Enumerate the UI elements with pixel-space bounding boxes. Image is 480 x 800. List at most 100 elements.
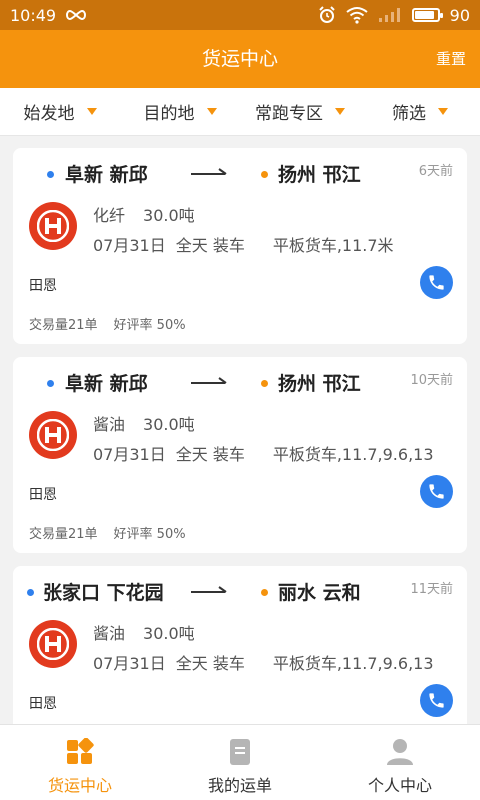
wifi-icon [346, 7, 368, 24]
posted-time: 10天前 [410, 373, 453, 388]
phone-icon [429, 484, 444, 499]
destination-text: 扬州 邗江 [278, 373, 361, 395]
origin-text: 阜新 新邱 [65, 164, 148, 186]
status-bar: 10:49 90 [0, 0, 480, 30]
load-detail: 07月31日 全天 装车 平板货车,11.7,9.6,13 [93, 650, 434, 674]
rating: 好评率 50% [113, 527, 186, 542]
tab-profile[interactable]: 个人中心 [320, 725, 480, 800]
tab-label: 我的运单 [207, 776, 272, 795]
origin-text: 阜新 新邱 [65, 373, 148, 395]
filter-frequent-routes[interactable]: 常跑专区 [240, 99, 360, 124]
truck-type: 平板货车,11.7米 [272, 236, 394, 255]
filter-origin[interactable]: 始发地 [0, 99, 120, 124]
goods-weight: 30.0吨 [143, 206, 195, 225]
bottom-tab-bar: 货运中心 我的运单 个人中心 [0, 724, 480, 800]
load-time: 全天 装车 [175, 654, 245, 673]
call-button[interactable] [420, 266, 453, 299]
company-logo [29, 620, 77, 668]
origin-dot-icon [47, 171, 54, 178]
tab-label: 货运中心 [47, 776, 112, 795]
load-date: 07月31日 [93, 236, 166, 255]
caret-down-icon [335, 108, 345, 115]
call-button[interactable] [420, 684, 453, 717]
shipper-stats: 交易量21单 好评率 50% [29, 523, 186, 542]
origin-dot-icon [27, 589, 34, 596]
destination-dot-icon [261, 380, 268, 387]
tab-my-waybills[interactable]: 我的运单 [160, 725, 320, 800]
goods-type: 酱油 [93, 624, 126, 643]
freight-card[interactable]: 阜新 新邱 扬州 邗江 6天前 化纤 30.0吨 07月31日 全天 装车 平板… [13, 148, 467, 344]
app-header: 货运中心 重置 [0, 30, 480, 88]
route: 阜新 新邱 扬州 邗江 [13, 369, 467, 397]
shipper-name: 田恩 [29, 696, 57, 712]
arrow-right-icon [191, 586, 227, 593]
shipper-name: 田恩 [29, 487, 57, 503]
goods-info: 酱油 30.0吨 [93, 620, 195, 644]
company-logo [29, 202, 77, 250]
arrow-right-icon [191, 377, 227, 384]
h-logo-icon [37, 210, 69, 242]
destination-text: 扬州 邗江 [278, 164, 361, 186]
freight-card[interactable]: 张家口 下花园 丽水 云和 11天前 酱油 30.0吨 07月31日 全天 装车… [13, 566, 467, 724]
filter-label: 始发地 [23, 104, 75, 124]
alarm-icon [318, 6, 335, 23]
load-time: 全天 装车 [175, 445, 245, 464]
load-date: 07月31日 [93, 654, 166, 673]
origin-text: 张家口 下花园 [43, 582, 164, 604]
filter-label: 筛选 [392, 104, 426, 124]
deal-count: 交易量21单 [29, 318, 98, 333]
filter-label: 目的地 [143, 104, 195, 124]
tab-label: 个人中心 [367, 776, 432, 795]
freight-grid-icon [67, 738, 94, 764]
company-logo [29, 411, 77, 459]
arrow-right-icon [191, 168, 227, 175]
route: 阜新 新邱 扬州 邗江 [13, 160, 467, 188]
rating: 好评率 50% [113, 318, 186, 333]
truck-type: 平板货车,11.7,9.6,13 [272, 654, 434, 673]
destination-dot-icon [261, 171, 268, 178]
load-date: 07月31日 [93, 445, 166, 464]
freight-list[interactable]: 阜新 新邱 扬州 邗江 6天前 化纤 30.0吨 07月31日 全天 装车 平板… [0, 136, 480, 724]
battery-percent: 90 [449, 5, 470, 25]
caret-down-icon [438, 108, 448, 115]
battery-icon [411, 8, 443, 22]
h-logo-icon [37, 628, 69, 660]
goods-type: 化纤 [93, 206, 126, 225]
goods-weight: 30.0吨 [143, 624, 195, 643]
caret-down-icon [86, 108, 97, 115]
page-title: 货运中心 [201, 48, 278, 70]
goods-info: 化纤 30.0吨 [93, 202, 195, 226]
reset-button[interactable]: 重置 [436, 30, 466, 88]
load-detail: 07月31日 全天 装车 平板货车,11.7米 [93, 232, 394, 256]
infinity-icon [66, 9, 87, 21]
signal-icon [378, 8, 400, 22]
destination-dot-icon [261, 589, 268, 596]
waybill-icon [230, 739, 250, 765]
origin-dot-icon [47, 380, 54, 387]
route: 张家口 下花园 丽水 云和 [13, 578, 467, 606]
phone-icon [429, 275, 444, 290]
goods-info: 酱油 30.0吨 [93, 411, 195, 435]
posted-time: 6天前 [418, 164, 453, 179]
posted-time: 11天前 [410, 582, 453, 597]
caret-down-icon [206, 108, 217, 115]
h-logo-icon [37, 419, 69, 451]
shipper-name: 田恩 [29, 278, 57, 294]
shipper-stats: 交易量21单 好评率 50% [29, 314, 186, 333]
freight-card[interactable]: 阜新 新邱 扬州 邗江 10天前 酱油 30.0吨 07月31日 全天 装车 平… [13, 357, 467, 553]
goods-type: 酱油 [93, 415, 126, 434]
goods-weight: 30.0吨 [143, 415, 195, 434]
load-detail: 07月31日 全天 装车 平板货车,11.7,9.6,13 [93, 441, 434, 465]
phone-icon [429, 693, 444, 708]
call-button[interactable] [420, 475, 453, 508]
deal-count: 交易量21单 [29, 527, 98, 542]
person-icon [387, 739, 413, 765]
filter-label: 常跑专区 [255, 104, 323, 124]
status-time: 10:49 [10, 5, 57, 25]
filter-destination[interactable]: 目的地 [120, 99, 240, 124]
tab-freight-center[interactable]: 货运中心 [0, 725, 160, 800]
load-time: 全天 装车 [175, 236, 245, 255]
destination-text: 丽水 云和 [278, 582, 361, 604]
truck-type: 平板货车,11.7,9.6,13 [272, 445, 434, 464]
filter-more[interactable]: 筛选 [360, 99, 480, 124]
